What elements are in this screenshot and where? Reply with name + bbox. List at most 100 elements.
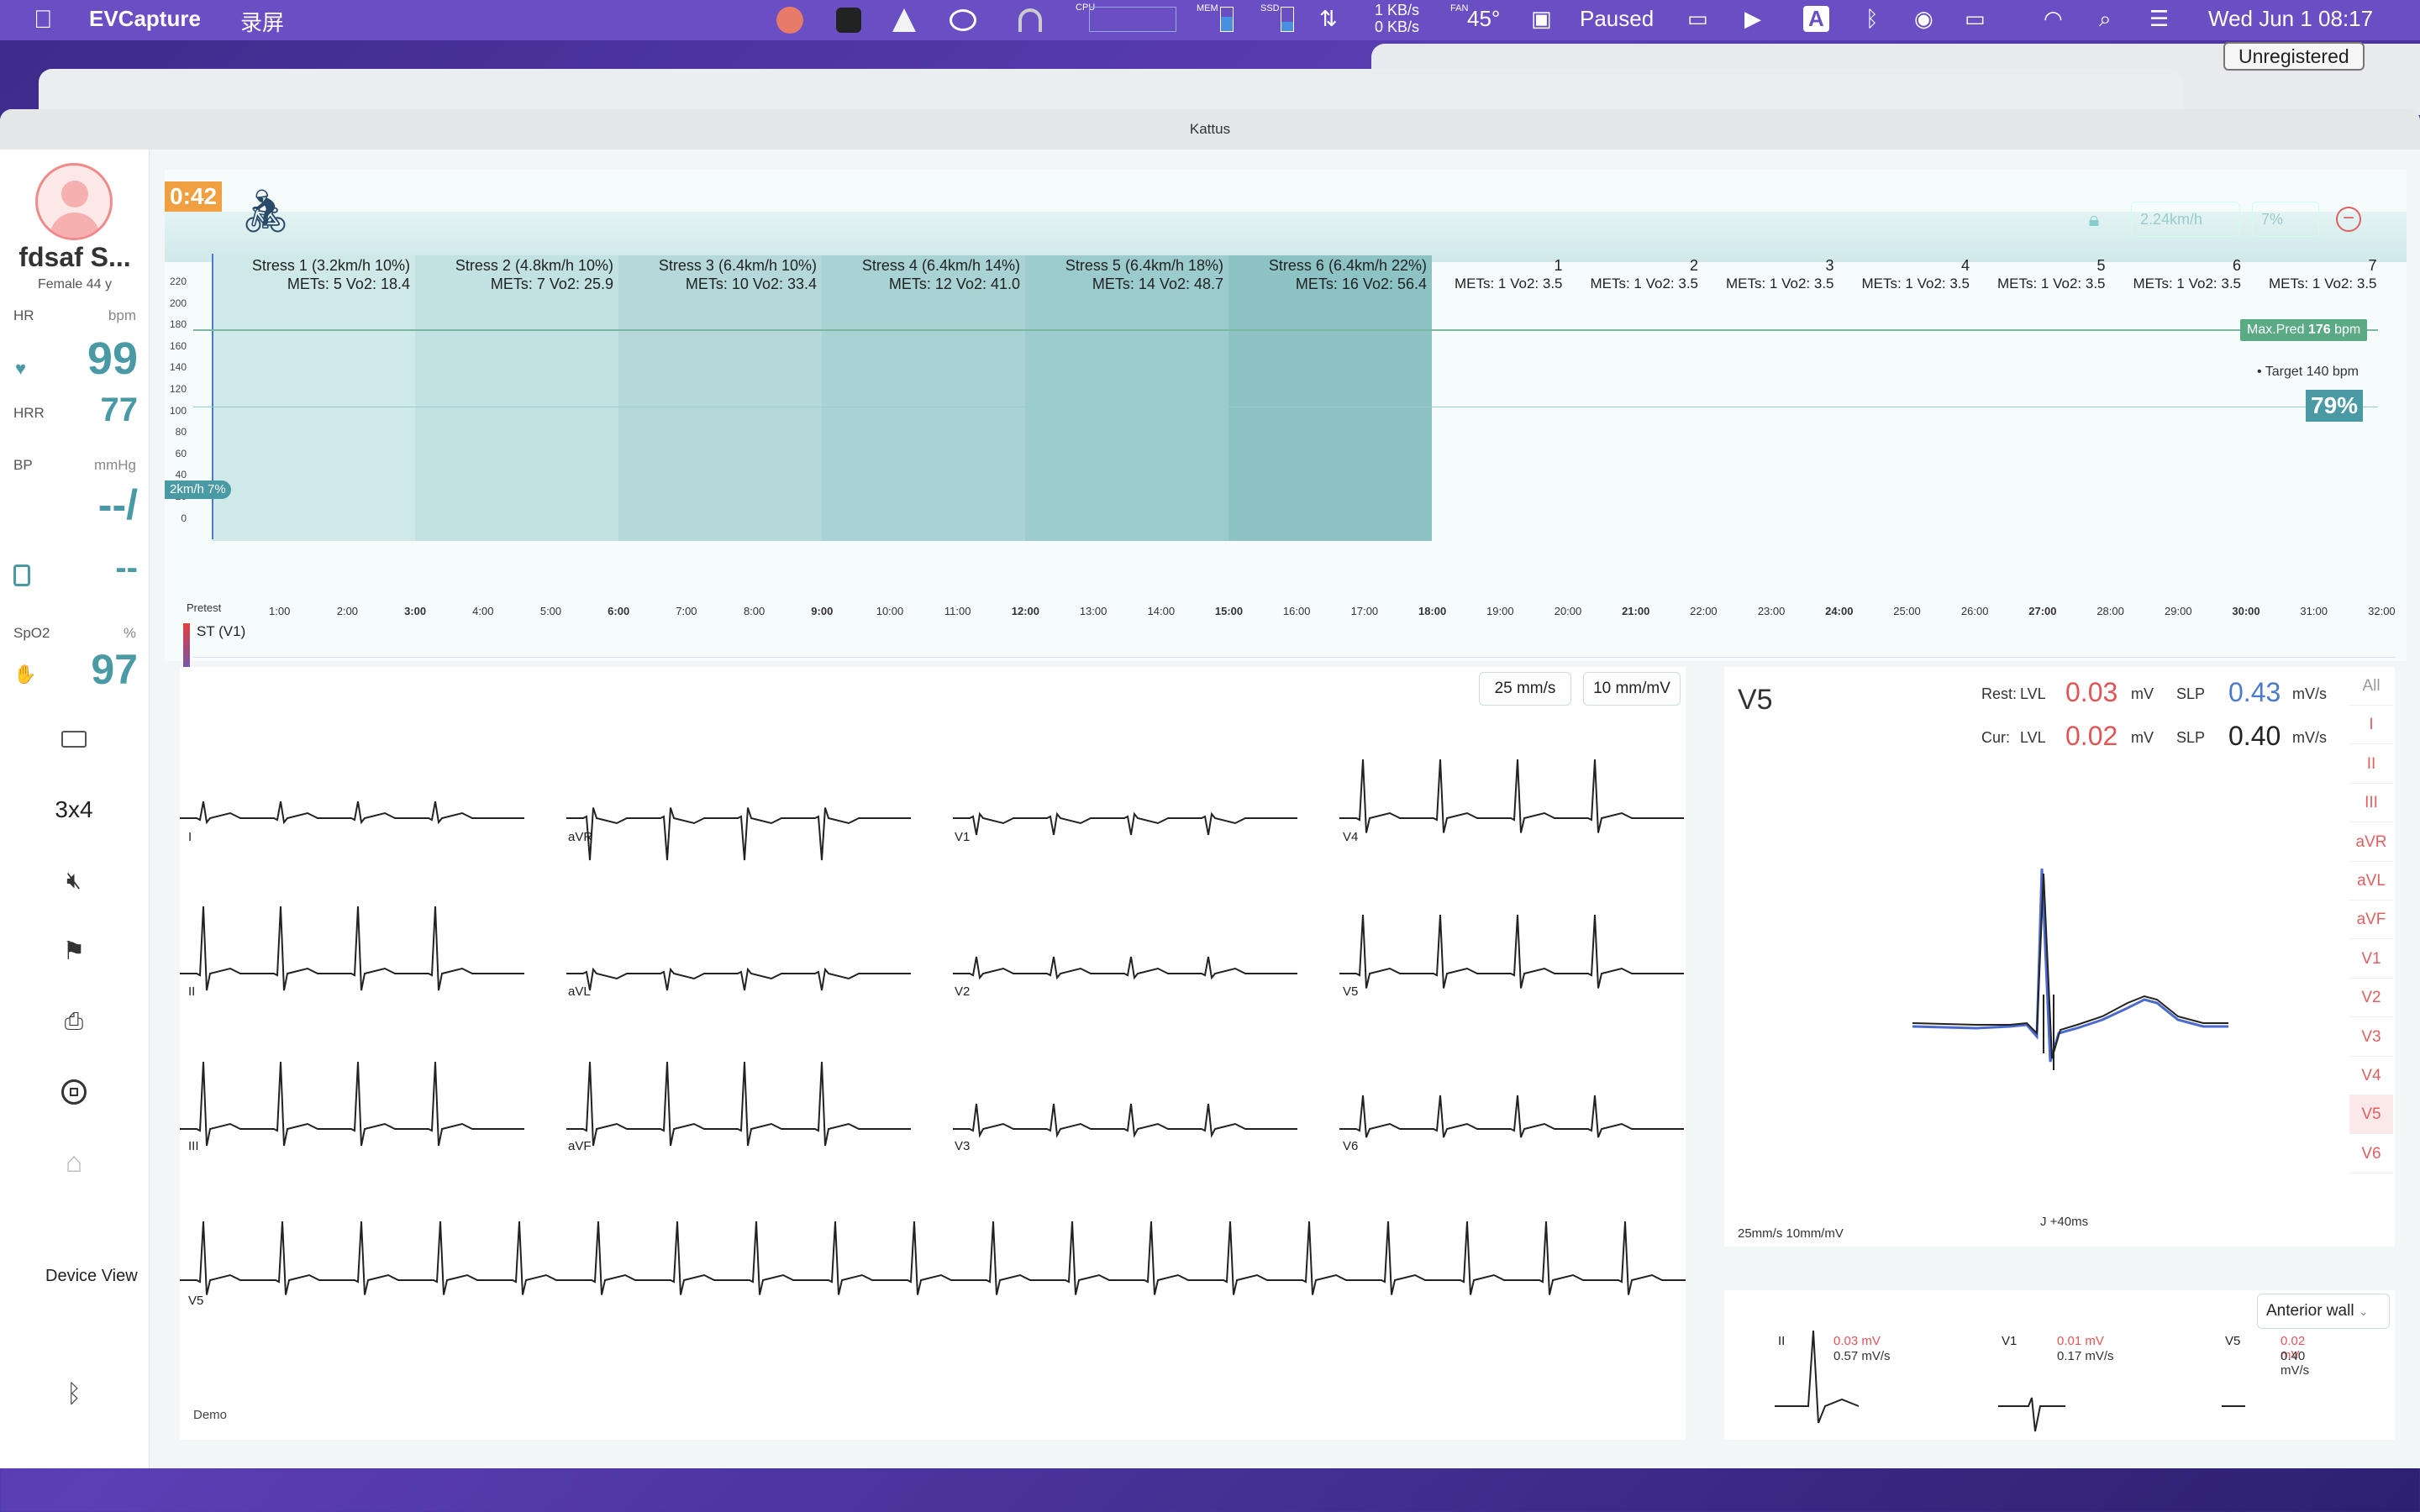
lead-selector-item[interactable]: II <box>2349 744 2393 784</box>
bp-unit: mmHg <box>93 457 136 473</box>
mini-traces <box>1775 1330 2245 1432</box>
lead-selector-item[interactable]: aVL <box>2349 862 2393 900</box>
temperature[interactable]: 45° <box>1467 6 1500 32</box>
headphones-icon[interactable] <box>1013 3 1047 37</box>
lead-selector-item[interactable]: aVR <box>2349 822 2393 862</box>
st-complex-trace <box>1912 868 2228 1070</box>
wall-st-panel: Anterior wall ⌄ II 0.03 mV 0.57 mV/s V1 0.01… <box>1724 1290 2395 1440</box>
ecg-12-lead-panel: 25 mm/s 10 mm/mV Demo IaVR V1 V4 II aVL V2 V5 I… <box>180 667 1686 1440</box>
spo2-unit: % <box>123 625 136 641</box>
mem-gauge[interactable] <box>1220 7 1234 32</box>
unregistered-badge[interactable]: Unregistered <box>2223 42 2365 71</box>
window-title: Kattus <box>1189 121 1231 137</box>
x-tick-label: 1:00 <box>269 605 291 617</box>
x-tick-label: 26:00 <box>1960 605 1989 617</box>
x-tick-label: 3:00 <box>404 605 427 617</box>
patient-info: Female 44 y <box>37 277 113 291</box>
x-tick-label: 21:00 <box>1622 605 1650 617</box>
network-icon[interactable]: ⇅ <box>1319 6 1338 32</box>
lead-label: aVR <box>568 830 593 844</box>
search-icon[interactable]: ⌕ <box>2099 6 2112 33</box>
lead-selector-item[interactable]: I <box>2349 706 2393 745</box>
bp-secondary-value: -- <box>115 549 138 586</box>
cpu-graph[interactable] <box>1089 7 1176 32</box>
demo-label: Demo <box>193 1408 228 1422</box>
mute-icon[interactable]: 🔇︎ <box>50 857 97 904</box>
flag-icon[interactable]: ⚑ <box>50 927 97 974</box>
x-tick-label: 19:00 <box>1486 605 1514 617</box>
x-tick-label: 5:00 <box>539 605 562 617</box>
apple-icon[interactable]:  <box>34 6 53 34</box>
mini-slp: 0.57 mV/s <box>1833 1349 1891 1363</box>
x-tick-label: 20:00 <box>1554 605 1582 617</box>
wifi-icon[interactable]: ◠ <box>2044 6 2063 32</box>
x-tick-label: 11:00 <box>944 605 971 617</box>
lead-selector-item[interactable]: V3 <box>2349 1017 2393 1057</box>
play-icon[interactable]: ▶ <box>1744 6 1761 32</box>
stop-icon[interactable] <box>50 1068 97 1116</box>
device-view-button[interactable]: Device View <box>45 1267 138 1286</box>
lead-selector-item[interactable]: III <box>2349 784 2393 823</box>
ecg-trace-lead <box>180 801 524 825</box>
camera-icon[interactable] <box>50 716 97 763</box>
spo2-label: SpO2 <box>13 625 50 641</box>
hr-unit: bpm <box>108 307 136 323</box>
menu-record[interactable]: 录屏 <box>240 6 284 37</box>
ssd-label: SSD <box>1260 3 1280 13</box>
terminal-icon[interactable] <box>832 3 865 37</box>
lead-label: aVL <box>568 984 591 999</box>
lead-selector-item[interactable]: V4 <box>2349 1057 2393 1095</box>
x-tick-label: 30:00 <box>2232 605 2260 617</box>
lead-selector-item[interactable]: V2 <box>2349 979 2393 1018</box>
flower-icon[interactable] <box>773 3 807 37</box>
input-source-icon[interactable]: A <box>1803 6 1829 32</box>
lead-selector-item[interactable]: V6 <box>2349 1134 2393 1173</box>
gain-button[interactable]: 10 mm/mV <box>1583 672 1681 706</box>
bluetooth-icon[interactable]: ᛒ <box>1865 6 1879 32</box>
lead-selector-item[interactable]: V1 <box>2349 939 2393 979</box>
ecg-rhythm-trace <box>180 1221 1686 1295</box>
paper-speed-button[interactable]: 25 mm/s <box>1479 672 1571 706</box>
vlc-icon[interactable] <box>887 3 921 37</box>
x-tick-label: 12:00 <box>1011 605 1040 617</box>
ecg-trace-lead <box>180 906 524 991</box>
paused-icon[interactable]: ▣ <box>1531 6 1552 32</box>
layout-3x4-button[interactable]: 3x4 <box>50 786 97 833</box>
st-analysis-panel: V5 Rest: LVL 0.03 mV SLP 0.43 mV/s Cur: … <box>1724 667 2395 1247</box>
x-tick-label: 16:00 <box>1282 605 1311 617</box>
mem-label: MEM <box>1197 3 1218 13</box>
lead-label: V3 <box>955 1139 971 1153</box>
lead-selector-item[interactable]: All <box>2349 667 2393 706</box>
stress-trend-chart: 0:42 🚴︎ 🔒︎ 2.24km/h 7% − 220 200 180 160 140… <box>165 170 2407 690</box>
x-tick-label: 13:00 <box>1079 605 1107 617</box>
wall-leads: II 0.03 mV 0.57 mV/s V1 0.01 mV 0.17 mV/s V5 0.… <box>1724 1290 2309 1440</box>
print-icon[interactable]: ⎙ <box>50 998 97 1045</box>
ecg-trace-lead <box>566 967 911 991</box>
mini-lead-label: V5 <box>2225 1334 2241 1348</box>
display-icon[interactable]: ▭ <box>1687 6 1708 32</box>
x-tick-label: 2:00 <box>336 605 359 617</box>
wechat-icon[interactable] <box>946 3 980 37</box>
battery-icon[interactable]: ▭ <box>1965 6 1986 32</box>
lead-selector-item[interactable]: V5 <box>2349 1095 2393 1135</box>
ssd-gauge[interactable] <box>1281 7 1294 32</box>
menu-app-name[interactable]: EVCapture <box>89 6 201 32</box>
bp-device-icon <box>13 564 30 586</box>
app-window: Kattus fdsaf S... Female 44 y HR bpm ♥ 9… <box>0 109 2420 1468</box>
lead-selector-item[interactable]: aVF <box>2349 900 2393 940</box>
ecg-traces <box>180 759 1686 1295</box>
x-tick-label: 8:00 <box>743 605 765 617</box>
x-tick-label: 28:00 <box>2096 605 2124 617</box>
x-tick-label: 24:00 <box>1825 605 1854 617</box>
bluetooth-device-icon[interactable]: ᛒ <box>50 1371 97 1418</box>
datetime[interactable]: Wed Jun 1 08:17 <box>2208 6 2373 32</box>
home-icon[interactable]: ⌂ <box>50 1139 97 1186</box>
lead-label: V6 <box>1343 1139 1359 1153</box>
user-icon[interactable]: ◉ <box>1914 6 1933 32</box>
wall-dropdown[interactable]: Anterior wall ⌄ <box>2257 1294 2390 1329</box>
avatar[interactable] <box>35 163 113 240</box>
spo2-value: 97 <box>91 646 138 693</box>
paused-label[interactable]: Paused <box>1580 6 1654 32</box>
lead-label: III <box>188 1139 199 1153</box>
control-center-icon[interactable]: ☰ <box>2149 6 2169 32</box>
